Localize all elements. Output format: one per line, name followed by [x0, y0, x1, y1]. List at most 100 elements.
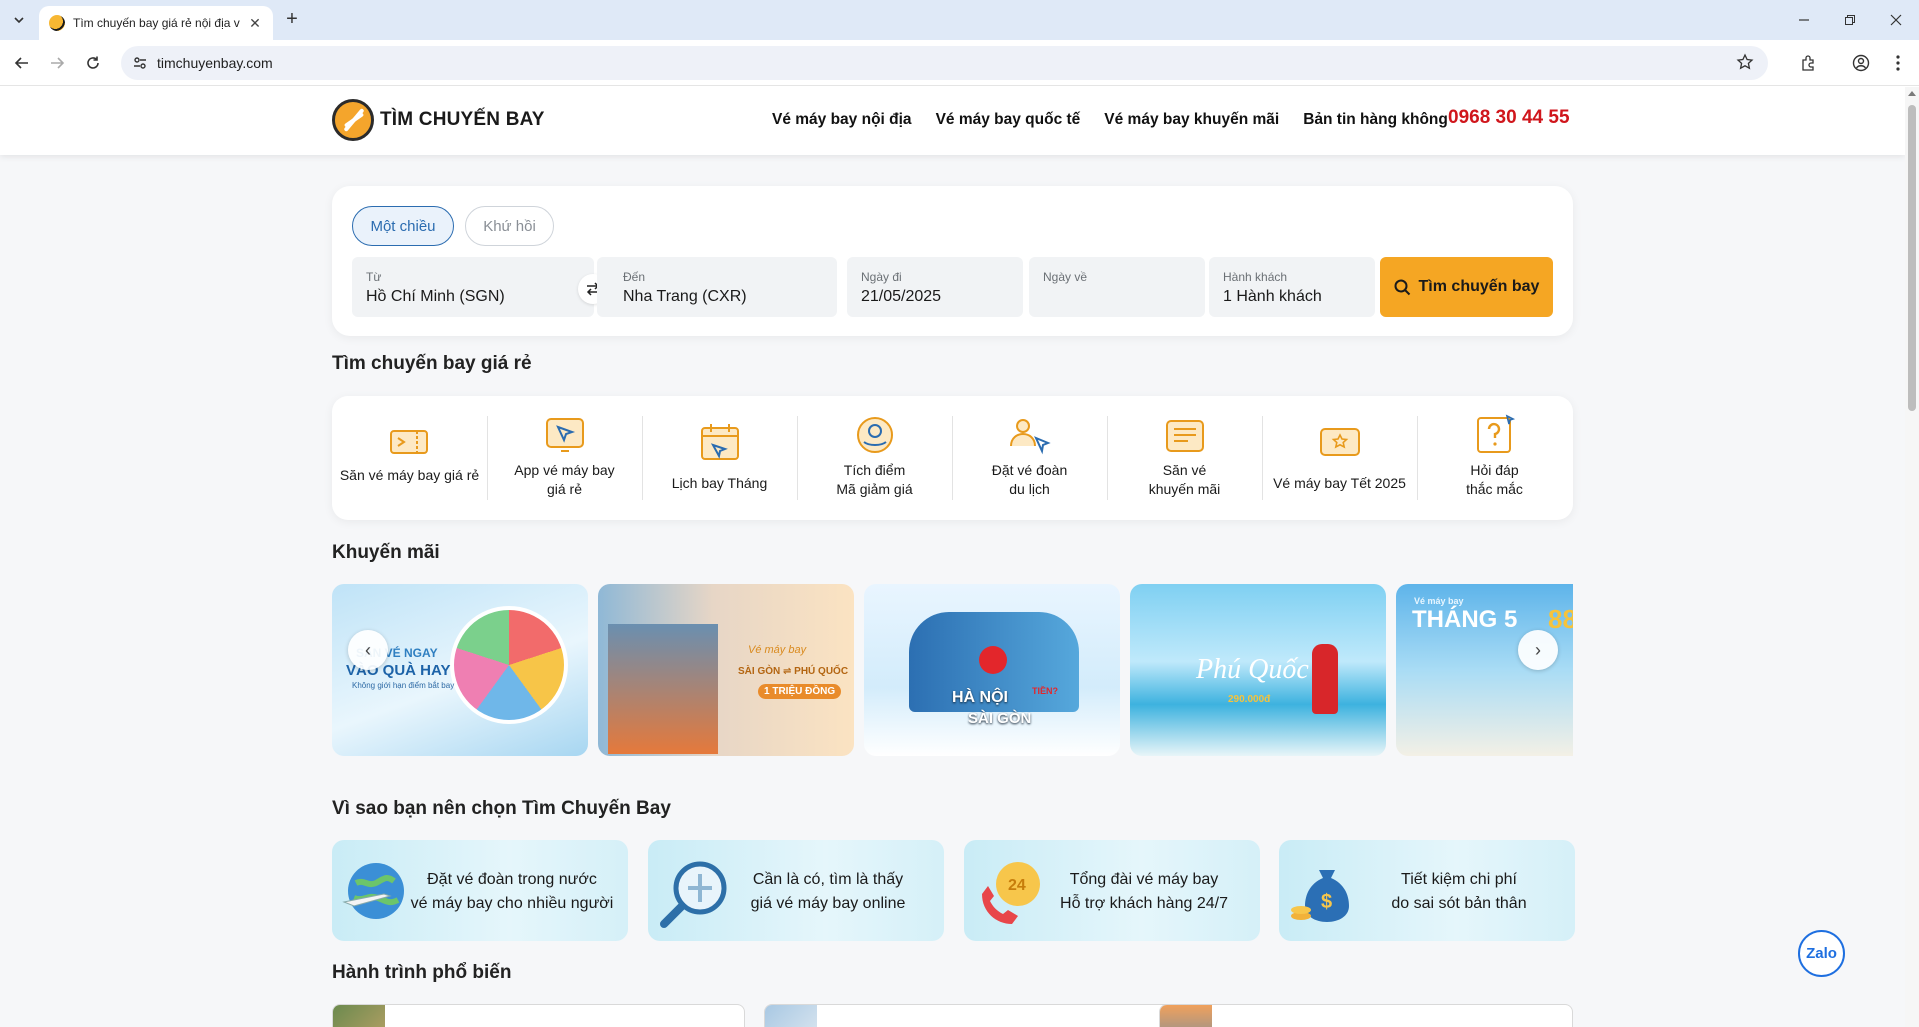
promo-line1: Vé máy bay [748, 644, 807, 656]
promo-banner[interactable]: SĂN VÉ NGAY VÀO QUÀ HAY Không giới hạn đ… [332, 584, 588, 756]
profile-icon[interactable] [1849, 51, 1873, 75]
promo-line3: 88 [1548, 604, 1573, 634]
to-field[interactable]: Đến Nha Trang (CXR) [597, 257, 837, 317]
from-label: Từ [366, 270, 382, 284]
passenger-field[interactable]: Hành khách 1 Hành khách [1209, 257, 1375, 317]
address-bar[interactable]: timchuyenbay.com [121, 46, 1768, 80]
carousel-next-button[interactable]: › [1518, 630, 1558, 670]
browser-tab[interactable]: Tìm chuyến bay giá rẻ nội địa v ✕ [39, 6, 273, 40]
why-card-group-booking[interactable]: Đặt vé đoàn trong nước vé máy bay cho nhi… [332, 840, 628, 941]
logo-plane-icon [332, 99, 374, 141]
browser-menu-icon[interactable] [1886, 51, 1910, 75]
browser-tab-bar: Tìm chuyến bay giá rẻ nội địa v ✕ + [0, 0, 1919, 40]
url-text: timchuyenbay.com [157, 55, 273, 71]
promo-line2: SÀI GÒN ⇌ PHÚ QUỐC [738, 666, 849, 677]
feature-label: Lịch bay Tháng [671, 475, 768, 491]
passenger-label: Hành khách [1223, 270, 1288, 284]
promo-banner[interactable]: Vé máy bay THÁNG 5 88 [1396, 584, 1573, 756]
promo-banner[interactable]: HÀ NỘI SÀI GÒN TIỀN? [864, 584, 1120, 756]
why-text: Cần là có, tìm là thấy giá vé máy bay onl… [750, 871, 906, 912]
bookmark-star-icon[interactable] [1736, 53, 1754, 76]
scrollbar-thumb[interactable] [1908, 105, 1916, 411]
feature-label: App vé máy bay giá rẻ [514, 462, 615, 497]
feature-label: Săn vé khuyến mãi [1148, 462, 1221, 497]
why-card-search[interactable]: Cần là có, tìm là thấy giá vé máy bay onl… [648, 840, 944, 941]
nav-domestic[interactable]: Vé máy bay nội địa [772, 111, 912, 129]
why-text: Tiết kiệm chi phí do sai sót bản thân [1391, 871, 1527, 912]
return-date-field[interactable]: Ngày về [1029, 257, 1205, 317]
popular-routes-title: Hành trình phổ biến [332, 962, 512, 983]
scroll-up-arrow-icon[interactable] [1908, 91, 1916, 96]
flight-search-form: Một chiều Khứ hồi Từ Hồ Chí Minh (SGN) Đ… [332, 186, 1573, 336]
feature-hunt-cheap[interactable]: Săn vé máy bay giá rẻ [332, 396, 487, 520]
feature-label: Đặt vé đoàn du lịch [991, 462, 1068, 497]
points-icon [856, 417, 893, 453]
promo-banner[interactable]: Vé máy bay SÀI GÒN ⇌ PHÚ QUỐC 1 TRIỆU ĐỒ… [598, 584, 854, 756]
feature-faq[interactable]: Hỏi đáp thắc mắc [1417, 396, 1572, 520]
back-button[interactable] [10, 51, 34, 75]
feature-app[interactable]: App vé máy bay giá rẻ [487, 396, 642, 520]
hotline-number[interactable]: 0968 30 44 55 [1448, 107, 1570, 129]
promo-traveler [1312, 644, 1338, 714]
nav-promotions[interactable]: Vé máy bay khuyến mãi [1104, 111, 1279, 129]
feature-promo-hunt[interactable]: Săn vé khuyến mãi [1107, 396, 1262, 520]
search-button-label: Tìm chuyến bay [1418, 278, 1540, 295]
tab-search-button[interactable] [8, 9, 30, 31]
promotions-title: Khuyến mãi [332, 542, 440, 563]
promo-collage [450, 606, 568, 724]
route-thumbnail [765, 1005, 817, 1027]
feature-monthly-schedule[interactable]: Lịch bay Tháng [642, 396, 797, 520]
restore-button[interactable] [1827, 8, 1873, 32]
promo-line2: 290.000đ [1228, 694, 1271, 705]
zalo-chat-button[interactable]: Zalo [1798, 930, 1845, 977]
depart-value: 21/05/2025 [861, 288, 942, 305]
ticket-icon [389, 430, 428, 454]
features-title: Tìm chuyến bay giá rẻ [332, 353, 532, 374]
route-card[interactable] [332, 1004, 745, 1027]
feature-group-booking[interactable]: Đặt vé đoàn du lịch [952, 396, 1107, 520]
svg-text:24: 24 [1008, 877, 1026, 894]
newspaper-icon [1165, 420, 1204, 452]
route-thumbnail [1160, 1005, 1212, 1027]
extensions-icon[interactable] [1797, 51, 1821, 75]
reload-button[interactable] [81, 51, 105, 75]
roundtrip-toggle[interactable]: Khứ hồi [465, 206, 554, 246]
passenger-value: 1 Hành khách [1223, 288, 1322, 305]
forward-button[interactable] [45, 51, 69, 75]
main-nav: Vé máy bay nội địa Vé máy bay quốc tế Vé… [772, 111, 1472, 129]
feature-tet-tickets[interactable]: Vé máy bay Tết 2025 [1262, 396, 1417, 520]
feature-label: Tích điểm Mã giảm giá [836, 462, 913, 497]
to-value: Nha Trang (CXR) [623, 288, 747, 305]
site-favicon-icon [49, 15, 65, 31]
carousel-prev-button[interactable]: ‹ [348, 630, 388, 670]
promo-line3: Không giới hạn điểm bắt bay [352, 681, 455, 690]
question-icon [1476, 414, 1515, 453]
route-card[interactable] [1159, 1004, 1573, 1027]
nav-aviation-news[interactable]: Bản tin hàng không [1303, 111, 1448, 129]
route-card[interactable] [764, 1004, 1177, 1027]
search-flights-button[interactable]: Tìm chuyến bay [1380, 257, 1553, 317]
promo-banner[interactable]: Phú Quốc 290.000đ [1130, 584, 1386, 756]
feature-points[interactable]: Tích điểm Mã giảm giá [797, 396, 952, 520]
new-tab-button[interactable]: + [281, 9, 303, 31]
promo-line2: THÁNG 5 [1412, 606, 1518, 633]
why-choose-title: Vì sao bạn nên chọn Tìm Chuyến Bay [332, 798, 671, 819]
site-info-icon[interactable] [132, 55, 148, 76]
nav-international[interactable]: Vé máy bay quốc tế [936, 111, 1081, 129]
depart-label: Ngày đi [861, 270, 902, 284]
from-field[interactable]: Từ Hồ Chí Minh (SGN) [352, 257, 594, 317]
features-panel: Săn vé máy bay giá rẻ App vé máy bay giá … [332, 396, 1573, 520]
site-logo[interactable]: TÌM CHUYẾN BAY [332, 99, 545, 141]
tab-close-icon[interactable]: ✕ [247, 15, 263, 31]
depart-date-field[interactable]: Ngày đi 21/05/2025 [847, 257, 1023, 317]
promo-line1: HÀ NỘI [952, 689, 1008, 706]
tab-title: Tìm chuyến bay giá rẻ nội địa v [73, 16, 240, 30]
why-card-savings[interactable]: $ Tiết kiệm chi phí do sai sót bản thân [1279, 840, 1575, 941]
why-text: Đặt vé đoàn trong nước vé máy bay cho nhi… [410, 871, 614, 912]
route-thumbnail [333, 1005, 385, 1027]
page-scrollbar[interactable] [1905, 87, 1919, 1027]
why-card-support[interactable]: 24 Tổng đài vé máy bay Hỗ trợ khách hàng … [964, 840, 1260, 941]
minimize-button[interactable] [1781, 8, 1827, 32]
oneway-toggle[interactable]: Một chiều [352, 206, 454, 246]
close-window-button[interactable] [1873, 8, 1919, 32]
